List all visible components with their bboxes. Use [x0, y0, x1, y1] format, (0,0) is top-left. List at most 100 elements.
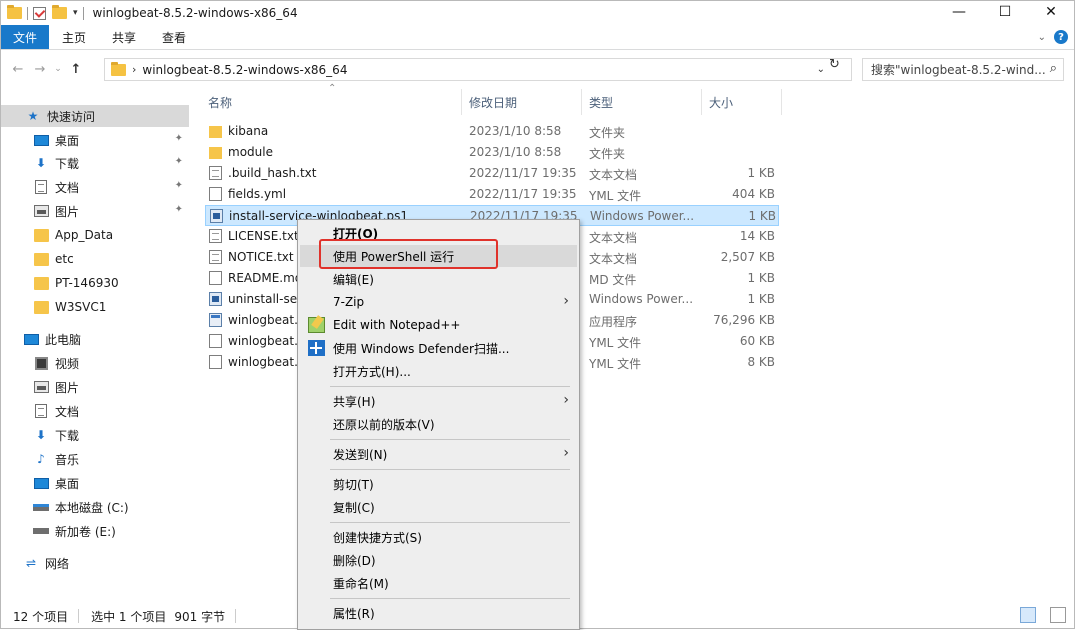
tab-home[interactable]: 主页: [49, 25, 99, 49]
nav-item-app-data[interactable]: App_Data: [1, 224, 189, 246]
nav-item-pc-pictures[interactable]: 图片: [1, 376, 189, 398]
help-icon[interactable]: ?: [1054, 30, 1068, 44]
tab-view[interactable]: 查看: [149, 25, 199, 49]
nav-item-pc-desktop[interactable]: 桌面: [1, 472, 189, 494]
nav-item-music[interactable]: ♪ 音乐: [1, 448, 189, 470]
file-row[interactable]: .build_hash.txt 2022/11/17 19:35 文本文档 1 KB: [205, 163, 779, 184]
nav-network[interactable]: ⇌ 网络: [1, 552, 189, 574]
refresh-icon[interactable]: ↻: [829, 57, 840, 72]
column-header-date[interactable]: 修改日期: [469, 89, 517, 115]
nav-label: 网络: [45, 556, 70, 571]
nav-item-drive-c[interactable]: 本地磁盘 (C:): [1, 496, 189, 518]
nav-item-etc[interactable]: etc: [1, 248, 189, 270]
pin-icon[interactable]: ✦: [175, 204, 183, 215]
address-bar[interactable]: › winlogbeat-8.5.2-windows-x86_64 ⌄: [104, 58, 852, 81]
file-type: MD 文件: [589, 273, 637, 287]
new-folder-icon[interactable]: [52, 5, 67, 19]
nav-item-w3svc1[interactable]: W3SVC1: [1, 296, 189, 318]
column-divider[interactable]: [701, 89, 702, 115]
nav-this-pc[interactable]: 此电脑: [1, 328, 189, 350]
menu-item-share[interactable]: 共享(H) ›: [300, 390, 577, 412]
expand-ribbon-chevron-icon[interactable]: ⌄: [1038, 32, 1046, 43]
nav-quick-access[interactable]: ★ 快速访问: [1, 105, 189, 127]
column-divider[interactable]: [581, 89, 582, 115]
file-row[interactable]: module 2023/1/10 8:58 文件夹: [205, 142, 779, 163]
menu-item-edit-with-notepad[interactable]: Edit with Notepad++: [300, 314, 577, 336]
nav-item-videos[interactable]: 视频: [1, 352, 189, 374]
status-divider: [235, 609, 237, 623]
folder-file-icon: [209, 125, 222, 138]
file-name-cell: kibana: [209, 124, 469, 138]
search-input[interactable]: 搜索"winlogbeat-8.5.2-wind... ⌕: [862, 58, 1064, 81]
highlight-annotation-box: [319, 239, 498, 269]
column-divider[interactable]: [461, 89, 462, 115]
file-row[interactable]: fields.yml 2022/11/17 19:35 YML 文件 404 KB: [205, 184, 779, 205]
network-icon: ⇌: [25, 556, 37, 570]
menu-item-open-with[interactable]: 打开方式(H)...: [300, 360, 577, 382]
document-icon: [35, 404, 47, 418]
context-menu: 打开(O) 使用 PowerShell 运行 编辑(E) 7-Zip › Edi…: [297, 219, 580, 630]
menu-item-create-shortcut[interactable]: 创建快捷方式(S): [300, 526, 577, 548]
nav-label: 此电脑: [45, 332, 82, 347]
submenu-arrow-icon: ›: [563, 293, 569, 309]
menu-item-rename[interactable]: 重命名(M): [300, 572, 577, 594]
customize-toolbar-dropdown-icon[interactable]: ▾: [73, 8, 78, 18]
menu-item-defender-scan[interactable]: 使用 Windows Defender扫描...: [300, 337, 577, 359]
file-type: YML 文件: [589, 336, 642, 350]
nav-item-drive-e[interactable]: 新加卷 (E:): [1, 520, 189, 542]
nav-label: 快速访问: [47, 109, 96, 124]
details-view-icon[interactable]: [1020, 607, 1036, 623]
file-name-cell: module: [209, 145, 469, 159]
windows-defender-icon: [308, 340, 325, 356]
breadcrumb-path[interactable]: winlogbeat-8.5.2-windows-x86_64: [142, 63, 347, 77]
tab-share[interactable]: 共享: [99, 25, 149, 49]
menu-item-copy[interactable]: 复制(C): [300, 496, 577, 518]
large-icons-view-icon[interactable]: [1050, 607, 1066, 623]
column-divider[interactable]: [781, 89, 782, 115]
address-history-dropdown-icon[interactable]: ⌄: [817, 64, 825, 75]
properties-check-icon[interactable]: [33, 6, 46, 20]
file-date: 2023/1/10 8:58: [469, 145, 562, 159]
nav-label: 下载: [55, 428, 80, 443]
tab-file[interactable]: 文件: [1, 25, 50, 49]
recent-locations-chevron-icon[interactable]: ⌄: [51, 64, 65, 74]
pin-icon[interactable]: ✦: [175, 180, 183, 191]
plain-file-icon: [209, 334, 222, 348]
nav-item-documents[interactable]: 文档 ✦: [1, 176, 189, 198]
menu-item-send-to[interactable]: 发送到(N) ›: [300, 443, 577, 465]
window-title: winlogbeat-8.5.2-windows-x86_64: [92, 6, 298, 20]
nav-item-pc-downloads[interactable]: ⬇ 下载: [1, 424, 189, 446]
search-icon[interactable]: ⌕: [1050, 61, 1057, 76]
menu-item-7zip[interactable]: 7-Zip ›: [300, 291, 577, 313]
file-size: 60 KB: [739, 334, 775, 348]
menu-item-restore-versions[interactable]: 还原以前的版本(V): [300, 413, 577, 435]
back-arrow-icon[interactable]: ←: [7, 62, 29, 77]
nav-item-pictures[interactable]: 图片 ✦: [1, 200, 189, 222]
column-header-size[interactable]: 大小: [709, 89, 733, 115]
menu-item-edit[interactable]: 编辑(E): [300, 268, 577, 290]
breadcrumb-chevron-icon[interactable]: ›: [132, 63, 136, 76]
menu-divider: [330, 598, 570, 599]
close-button[interactable]: ✕: [1028, 1, 1074, 23]
minimize-button[interactable]: —: [936, 1, 982, 23]
file-row[interactable]: kibana 2023/1/10 8:58 文件夹: [205, 121, 779, 142]
file-type: YML 文件: [589, 357, 642, 371]
nav-item-pt-146930[interactable]: PT-146930: [1, 272, 189, 294]
file-size: 8 KB: [747, 355, 775, 369]
pin-icon[interactable]: ✦: [175, 156, 183, 167]
up-arrow-icon[interactable]: ↑: [65, 62, 87, 77]
nav-item-pc-documents[interactable]: 文档: [1, 400, 189, 422]
pin-icon[interactable]: ✦: [175, 133, 183, 144]
maximize-button[interactable]: ☐: [982, 1, 1028, 23]
menu-item-delete[interactable]: 删除(D): [300, 549, 577, 571]
column-header-type[interactable]: 类型: [589, 89, 613, 115]
nav-label: App_Data: [55, 228, 114, 242]
nav-item-downloads[interactable]: ⬇ 下载 ✦: [1, 152, 189, 174]
menu-label: 共享(H): [333, 394, 376, 409]
menu-divider: [330, 439, 570, 440]
forward-arrow-icon[interactable]: →: [29, 62, 51, 77]
nav-item-desktop[interactable]: 桌面 ✦: [1, 129, 189, 151]
file-date: 2023/1/10 8:58: [469, 124, 562, 138]
column-header-name[interactable]: 名称: [208, 89, 232, 115]
menu-item-cut[interactable]: 剪切(T): [300, 473, 577, 495]
